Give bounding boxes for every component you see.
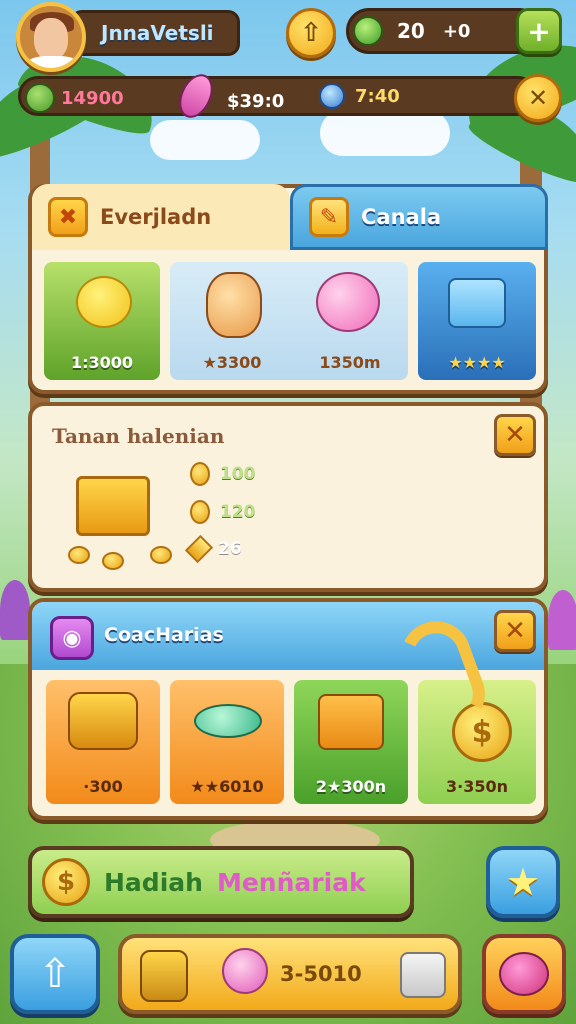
treasure-row-3: 26 (184, 534, 242, 564)
flower (0, 580, 30, 640)
gem-count: 20 (397, 19, 425, 43)
coin-icon (102, 552, 124, 570)
treasure-close-button[interactable]: ✕ (494, 414, 536, 456)
coach-close-button[interactable]: ✕ (494, 610, 536, 652)
pink-creature-icon[interactable] (222, 948, 268, 994)
clover-icon (25, 83, 55, 113)
treasure-row-2-value: 120 (220, 502, 256, 522)
treasure-title: Tanan halenian (52, 424, 225, 448)
tab-canala-label: Canala (361, 205, 442, 229)
avatar-face (34, 18, 68, 60)
coin-icon (190, 500, 210, 524)
shop-item-4-value: ★★★★ (448, 353, 506, 372)
plus-icon: + (527, 14, 551, 48)
gift-icon[interactable] (400, 952, 446, 998)
shop-item-1-value: 1:3000 (70, 353, 134, 372)
pink-creature-button[interactable] (482, 934, 566, 1014)
resource-clover: 14900 (25, 83, 124, 113)
close-icon: ✕ (504, 420, 526, 450)
home-arrow-icon: ⇧ (38, 951, 72, 997)
home-button[interactable]: ⇧ (10, 934, 100, 1014)
treasure-row-1: 100 (190, 462, 256, 486)
coach-item-3-value: 2★300n (315, 777, 387, 796)
candy-icon (172, 68, 220, 124)
coach-item-4-value: 3·350n (446, 777, 508, 796)
bottom-bar: 3-5010 (118, 934, 462, 1014)
treasure-row-2: 120 (190, 500, 256, 524)
resource-2-value: $39:0 (227, 90, 285, 112)
resource-candy: $39:0 (172, 68, 285, 124)
avatar-shirt (26, 56, 80, 68)
dollar-coin-icon: $ (42, 858, 90, 906)
close-top-button[interactable]: ✕ (514, 74, 562, 122)
coach-item-3[interactable]: 2★300n (294, 680, 408, 804)
star-icon: ★ (505, 860, 541, 904)
cross-tools-icon: ✖ (48, 197, 88, 237)
heart-creature-icon (499, 952, 549, 996)
star-button[interactable]: ★ (486, 846, 560, 918)
flower (548, 590, 576, 650)
shop-item-1[interactable]: 1:3000 (44, 262, 160, 380)
hadiah-banner[interactable]: $ Hadiah Menñariak (28, 846, 414, 918)
treasure-panel: Tanan halenian ✕ (28, 402, 548, 592)
bottom-amount: 3-5010 (280, 962, 362, 986)
clover-gem-icon (353, 16, 383, 46)
player-name-pill[interactable]: JnnaVetsli (70, 10, 240, 56)
gold-chest-icon (76, 476, 150, 536)
up-arrow-icon: ⇧ (300, 18, 322, 48)
coin-icon (150, 546, 172, 564)
shop-item-3-price: 1350m (300, 353, 400, 372)
treasure-chest-icon (318, 694, 384, 750)
basket-icon[interactable] (140, 950, 188, 1002)
player-name: JnnaVetsli (101, 21, 214, 45)
close-icon: ✕ (527, 84, 549, 112)
candy-icon (194, 704, 262, 738)
coach-item-1[interactable]: ·300 (46, 680, 160, 804)
treasure-row-3-value: 26 (218, 539, 242, 559)
treasure-row-1-value: 100 (220, 464, 256, 484)
coin-basket-icon (68, 692, 138, 750)
banner-text-1: Hadiah (104, 867, 203, 897)
tab-canala[interactable]: ✎ Canala (290, 184, 548, 250)
tab-everjladn[interactable]: ✖ Everjladn (32, 184, 290, 250)
shop-item-2-price: ★3300 (182, 353, 282, 372)
teddy-bear-icon (206, 272, 262, 338)
resource-1-value: 14900 (61, 87, 124, 109)
shop-item-3-value: 1350m (319, 353, 381, 372)
shop-item-2[interactable]: ★3300 1350m (170, 262, 408, 380)
add-gems-button[interactable]: + (516, 8, 562, 54)
resource-3-value: 7:40 (355, 85, 400, 107)
coin-icon (190, 462, 210, 486)
close-icon: ✕ (504, 616, 526, 646)
gem-icon (184, 534, 214, 564)
resource-timer: 7:40 (319, 83, 400, 109)
shop-item-2-value: ★3300 (202, 353, 262, 372)
clock-icon (319, 83, 345, 109)
upgrade-button[interactable]: ⇧ (286, 8, 336, 58)
tab-everjladn-label: Everjladn (100, 205, 212, 229)
avatar[interactable] (16, 2, 86, 72)
banner-text-2: Menñariak (216, 867, 366, 897)
top-bar: JnnaVetsli ⇧ 20 +0 + 14900 $39:0 7:40 ✕ (8, 0, 568, 130)
pink-balloon-icon (316, 272, 380, 332)
coin-icon (68, 546, 90, 564)
ticket-icon: ✎ (309, 197, 349, 237)
lemon-creature-icon (76, 276, 132, 328)
gem-counter: 20 +0 (346, 8, 542, 54)
coach-badge-icon: ◉ (50, 616, 94, 660)
coach-item-1-value: ·300 (83, 777, 123, 796)
resource-bar: 14900 $39:0 7:40 (18, 68, 538, 124)
gift-box-icon (448, 278, 506, 328)
coach-item-2-value: ★★6010 (190, 777, 264, 796)
coach-title: CoacHarias (104, 624, 224, 646)
shop-item-4[interactable]: ★★★★ (418, 262, 536, 380)
coach-item-2[interactable]: ★★6010 (170, 680, 284, 804)
gem-delta: +0 (442, 20, 471, 42)
